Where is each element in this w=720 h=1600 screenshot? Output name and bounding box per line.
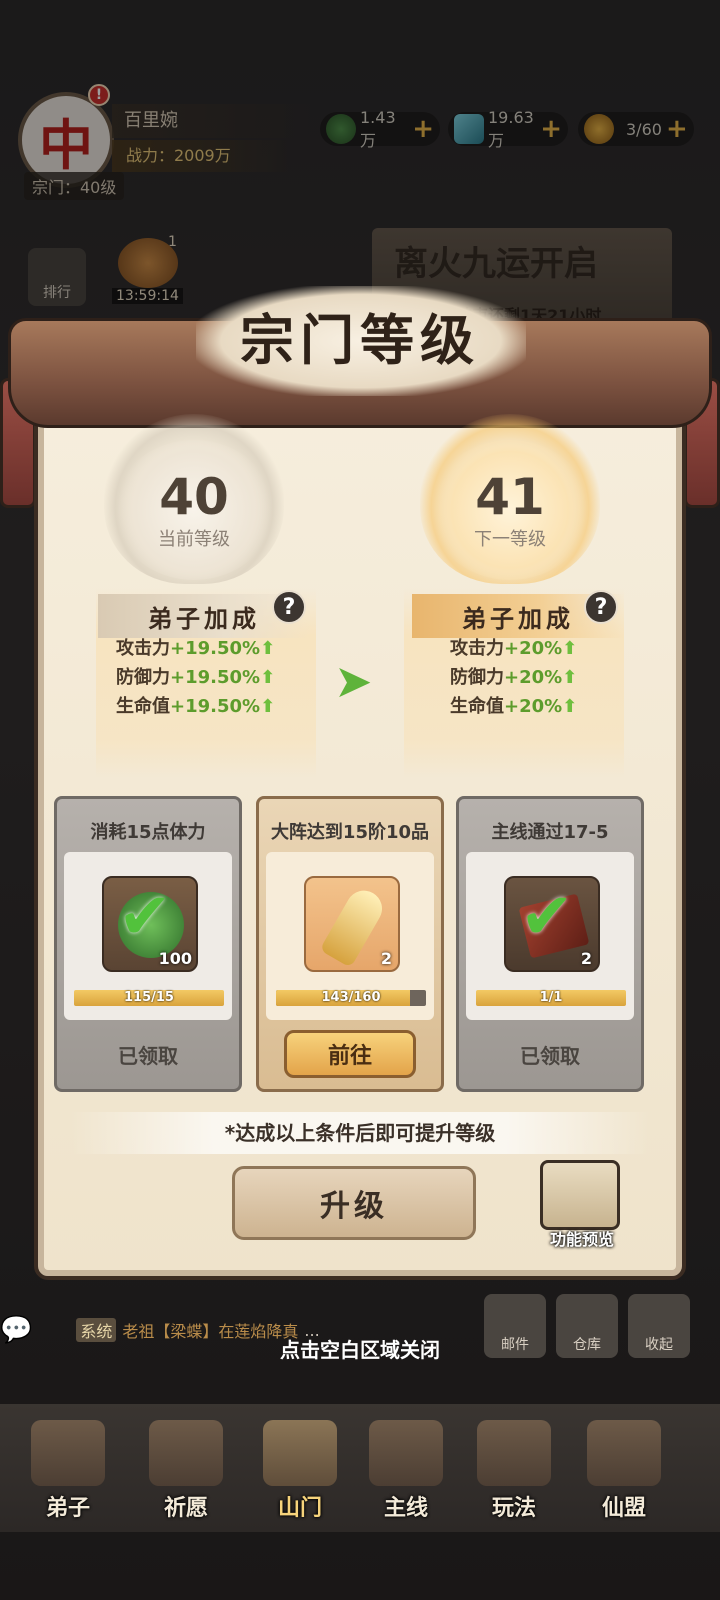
- nav-label: 山门: [277, 1496, 322, 1521]
- stat-value: +19.50%: [170, 638, 261, 659]
- help-icon[interactable]: ?: [272, 590, 306, 624]
- stat-name: 生命值: [116, 696, 170, 717]
- stat-value: +20%: [504, 667, 563, 688]
- alliance-banner-icon: [587, 1420, 661, 1486]
- current-stats-list: 攻击力+19.50%⬆ 防御力+19.50%⬆ 生命值+19.50%⬆: [116, 634, 275, 721]
- mainline-sword-icon: [369, 1420, 443, 1486]
- stat-name: 生命值: [450, 696, 504, 717]
- next-level: 41 下一等级: [430, 440, 590, 580]
- feature-preview-label[interactable]: 功能预览: [534, 1226, 630, 1250]
- condition-title: 大阵达到15阶10品: [270, 822, 430, 843]
- golden-key-icon: [319, 884, 389, 968]
- next-level-label: 下一等级: [474, 529, 546, 550]
- nav-label: 祈愿: [163, 1496, 208, 1521]
- sect-gate-icon: [263, 1420, 337, 1486]
- current-level: 40 当前等级: [114, 440, 274, 580]
- mail-button[interactable]: 邮件: [484, 1294, 546, 1358]
- goto-button[interactable]: 前往: [284, 1030, 416, 1078]
- current-level-label: 当前等级: [158, 529, 230, 550]
- stat-row: 生命值+19.50%⬆: [116, 692, 275, 721]
- stat-row: 攻击力+20%⬆: [450, 634, 577, 663]
- nav-sect-gate[interactable]: 山门: [250, 1420, 350, 1530]
- nav-alliance[interactable]: 仙盟: [574, 1420, 674, 1530]
- nav-label: 玩法: [491, 1496, 536, 1521]
- nav-wish[interactable]: 祈愿: [136, 1420, 236, 1530]
- claimed-status: 已领取: [118, 1044, 178, 1068]
- item-count: 2: [580, 949, 592, 968]
- up-arrow-icon: ⬆: [562, 638, 578, 659]
- nav-label: 仙盟: [601, 1496, 646, 1521]
- nav-gameplay[interactable]: 玩法: [464, 1420, 564, 1530]
- next-stats-list: 攻击力+20%⬆ 防御力+20%⬆ 生命值+20%⬆: [450, 634, 577, 721]
- checkmark-icon: ✔: [520, 880, 574, 954]
- gameplay-book-icon: [477, 1420, 551, 1486]
- up-arrow-icon: ⬆: [260, 667, 276, 688]
- nav-label: 主线: [383, 1496, 428, 1521]
- stat-name: 防御力: [450, 667, 504, 688]
- next-level-value: 41: [475, 468, 545, 526]
- current-bonus-title: 弟子加成: [148, 604, 260, 633]
- stat-value: +19.50%: [170, 667, 261, 688]
- nav-label: 弟子: [45, 1496, 90, 1521]
- stat-name: 攻击力: [450, 638, 504, 659]
- reward-item[interactable]: ✔ 100: [102, 876, 198, 972]
- feature-preview-scroll-icon[interactable]: [540, 1160, 620, 1230]
- warehouse-button[interactable]: 仓库: [556, 1294, 618, 1358]
- wish-scroll-icon: [149, 1420, 223, 1486]
- stat-value: +20%: [504, 638, 563, 659]
- nav-disciples[interactable]: 弟子: [18, 1420, 118, 1530]
- reward-item[interactable]: 2: [304, 876, 400, 972]
- modal-title: 宗门等级: [240, 308, 480, 372]
- upgrade-button[interactable]: 升级: [232, 1166, 476, 1240]
- help-icon[interactable]: ?: [584, 590, 618, 624]
- stat-value: +20%: [504, 696, 563, 717]
- upgrade-condition-note: *达成以上条件后即可提升等级: [70, 1112, 650, 1154]
- collapse-label: 收起: [645, 1337, 673, 1353]
- condition-title: 主线通过17-5: [491, 822, 609, 843]
- reward-item[interactable]: ✔ 2: [504, 876, 600, 972]
- stat-row: 生命值+20%⬆: [450, 692, 577, 721]
- up-arrow-icon: ⬆: [260, 696, 276, 717]
- condition-title: 消耗15点体力: [90, 822, 206, 843]
- stat-value: +19.50%: [170, 696, 261, 717]
- level-arrow-icon: ➤: [334, 654, 373, 708]
- up-arrow-icon: ⬆: [260, 638, 276, 659]
- disciple-portrait-icon: [31, 1420, 105, 1486]
- item-count: 2: [380, 949, 392, 968]
- stat-name: 防御力: [116, 667, 170, 688]
- stat-name: 攻击力: [116, 638, 170, 659]
- up-arrow-icon: ⬆: [562, 667, 578, 688]
- collapse-button[interactable]: 收起: [628, 1294, 690, 1358]
- nav-mainline[interactable]: 主线: [356, 1420, 456, 1530]
- stat-row: 防御力+20%⬆: [450, 663, 577, 692]
- warehouse-label: 仓库: [573, 1337, 601, 1353]
- game-screen: 中 ! 百里婉 战力：2009万 宗门：40级 1.43万 + 19.63万 +…: [0, 0, 720, 1600]
- checkmark-icon: ✔: [118, 880, 172, 954]
- stat-row: 攻击力+19.50%⬆: [116, 634, 275, 663]
- mail-label: 邮件: [501, 1337, 529, 1353]
- claimed-status: 已领取: [520, 1044, 580, 1068]
- progress-text: 115/15: [124, 990, 174, 1005]
- progress-text: 1/1: [539, 990, 563, 1005]
- item-count: 100: [158, 949, 192, 968]
- current-level-value: 40: [159, 468, 229, 526]
- stat-row: 防御力+19.50%⬆: [116, 663, 275, 692]
- up-arrow-icon: ⬆: [562, 696, 578, 717]
- next-bonus-title: 弟子加成: [462, 604, 574, 633]
- progress-text: 143/160: [321, 990, 381, 1005]
